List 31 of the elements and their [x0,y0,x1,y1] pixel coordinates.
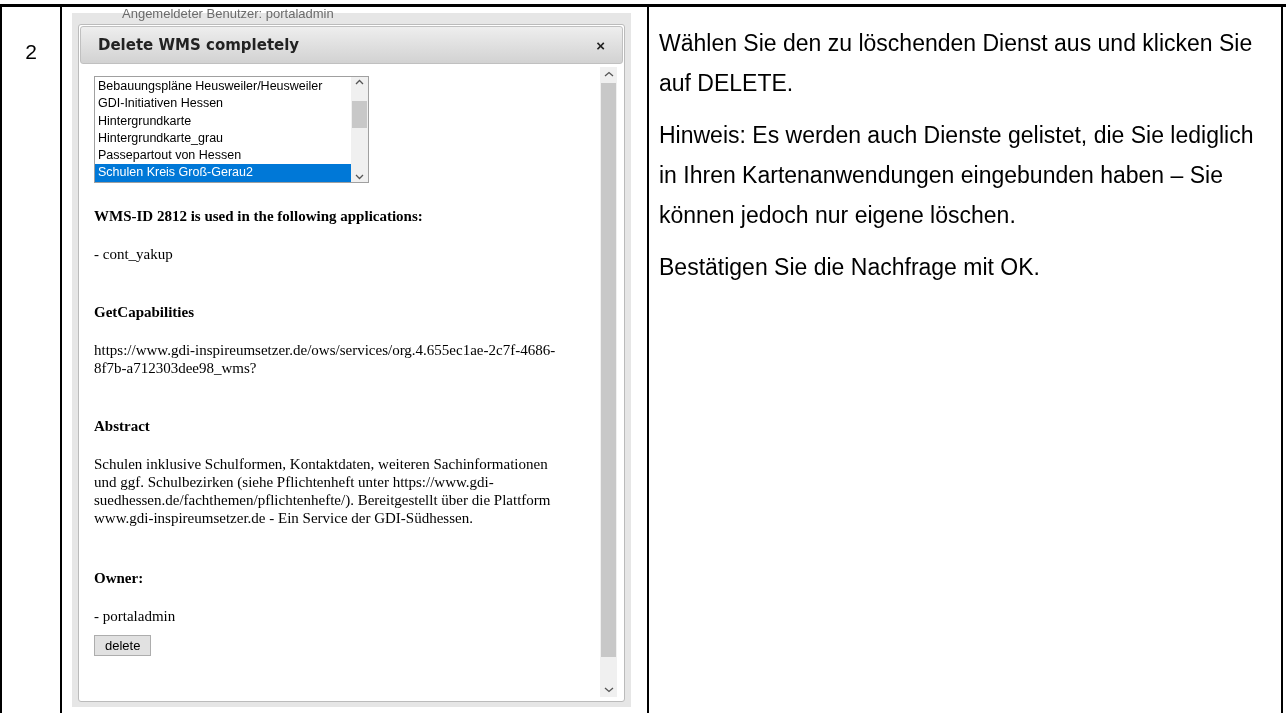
instruction-text: Bestätigen Sie die Nachfrage mit OK. [659,253,1041,282]
instruction-text: Hinweis: Es werden auch Dienste gelistet, die Sie lediglich in Ihren Kartenanwendungen eingebunden haben – Sie können jedoch nur eigene löschen. [659,121,1255,230]
service-listbox[interactable]: Bebauungspläne Heusweiler/Heusweiler GDI-Initiativen Hessen Hintergrundkarte Hintergrundkarte_grau Passepartout von Hessen Schulen Kreis Groß-Gerau2 [94,76,369,183]
listbox-option[interactable]: GDI-Initiativen Hessen [95,95,351,113]
listbox-option[interactable]: Passepartout von Hessen [95,147,351,165]
listbox-option[interactable]: Schulen Kreis Groß-Gerau2 [95,164,351,182]
listbox-option[interactable]: Hintergrundkarte [95,112,351,130]
section-text: Schulen inklusive Schulformen, Kontaktdaten, weiteren Sachinformationen und ggf. Schulbezirken (siehe Pflichtenheft unter https://www.gdi-suedhessen.de/fachthemen/pflichtenhefte/). Bereitgestellt über die Plattform www.gdi-inspireumsetzer.de - Ein Service der GDI-Südhessen. [94,455,552,527]
section-heading: WMS-ID 2812 is used in the following applications: [94,207,424,225]
step-number: 2 [25,41,37,62]
close-button[interactable]: × [596,37,605,53]
delete-button[interactable]: delete [94,635,152,656]
section-text: - cont_yakup [94,245,174,263]
dialog-scrollbar[interactable] [600,67,617,697]
scroll-down-icon[interactable] [355,174,364,180]
section-heading: GetCapabilities [94,303,195,321]
scrollbar-thumb[interactable] [352,101,367,128]
section-heading: Abstract [94,417,151,435]
section-text: - portaladmin [94,607,177,625]
scrollbar-thumb[interactable] [601,83,616,657]
scroll-down-icon[interactable] [603,687,614,693]
user-header: Angemeldeter Benutzer: portaladmin [122,5,334,23]
listbox-option[interactable]: Hintergrundkarte_grau [95,129,351,148]
dialog-title: Delete WMS completely [98,34,300,56]
instruction-text: Wählen Sie den zu löschenden Dienst aus und klicken Sie auf DELETE. [659,29,1254,98]
section-heading: Owner: [94,569,145,587]
section-text: https://www.gdi-inspireumsetzer.de/ows/services/org.4.655ec1ae-2c7f-4686-8f7b-a712303dee98_wms? [94,341,557,377]
listbox-scrollbar[interactable] [351,77,368,182]
scroll-up-icon[interactable] [603,71,614,77]
listbox-option[interactable]: Bebauungspläne Heusweiler/Heusweiler [95,78,351,96]
scroll-up-icon[interactable] [355,79,364,85]
